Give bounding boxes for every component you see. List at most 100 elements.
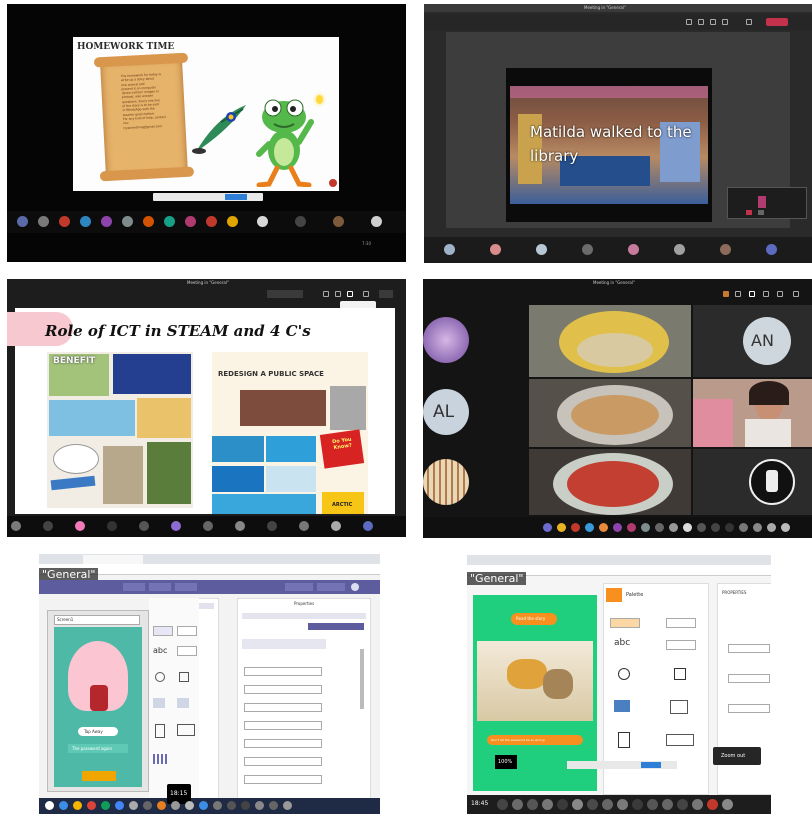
participant-avatar[interactable] [512,799,523,810]
participant-avatar[interactable] [185,216,196,227]
participant-avatar[interactable] [767,523,776,532]
participant-avatar[interactable] [80,216,91,227]
participant-avatar[interactable] [38,216,49,227]
participant-avatar[interactable] [101,216,112,227]
participant-avatar[interactable] [283,801,292,810]
participant-avatar[interactable] [725,523,734,532]
participant-avatar[interactable] [674,244,685,255]
participant-avatar[interactable] [722,799,733,810]
participant-avatar[interactable] [613,523,622,532]
participant-avatar[interactable] [235,521,245,531]
participant-avatar[interactable] [781,523,790,532]
participant-avatar[interactable] [739,523,748,532]
participant-avatar[interactable] [122,216,133,227]
read-story-button[interactable]: Read the story [511,613,557,625]
participant-avatar[interactable] [206,216,217,227]
participant-avatar[interactable] [115,801,124,810]
participant-avatar[interactable] [371,216,382,227]
participant-avatar[interactable] [107,521,117,531]
participant-avatar[interactable] [257,216,268,227]
participant-avatar[interactable] [73,801,82,810]
run-button[interactable] [82,771,116,781]
participant-avatar[interactable] [59,216,70,227]
leave-button[interactable] [766,18,788,26]
participant-avatar[interactable] [139,521,149,531]
designer-blocks[interactable] [285,583,375,591]
zoom-out-button[interactable]: Zoom out [713,747,761,765]
stop-sharing-button[interactable] [225,194,247,200]
participant-avatar[interactable] [536,244,547,255]
participant-avatar[interactable] [363,521,373,531]
participant-avatar[interactable] [203,521,213,531]
leave-button[interactable] [379,290,393,298]
participant-avatar[interactable] [627,523,636,532]
screen-dropdown[interactable]: Screen1 [54,615,140,625]
participant-avatar[interactable] [267,521,277,531]
participant-avatar[interactable] [641,523,650,532]
participant-avatar[interactable] [497,799,508,810]
participant-avatar[interactable] [255,801,264,810]
participant-avatar[interactable] [677,799,688,810]
participant-avatar[interactable] [199,801,208,810]
header-buttons[interactable] [123,583,203,591]
participant-avatar[interactable] [17,216,28,227]
participant-avatar[interactable] [632,799,643,810]
participant-avatar[interactable] [143,216,154,227]
participant-avatar[interactable] [87,801,96,810]
participant-avatar[interactable] [647,799,658,810]
participant-avatar[interactable] [599,523,608,532]
participant-avatar[interactable] [185,801,194,810]
share-bar[interactable] [153,193,263,201]
participant-avatar[interactable] [129,801,138,810]
participant-avatar[interactable] [299,521,309,531]
participant-avatar[interactable] [143,801,152,810]
participant-avatar[interactable] [241,801,250,810]
participant-avatar[interactable] [171,801,180,810]
participant-avatar[interactable] [543,523,552,532]
participant-avatar[interactable] [571,523,580,532]
participant-avatar[interactable] [227,216,238,227]
participant-avatar[interactable] [333,216,344,227]
teams-toolbar[interactable] [267,290,397,298]
participant-avatar[interactable] [269,801,278,810]
participant-avatar[interactable] [557,799,568,810]
participant-avatar[interactable] [527,799,538,810]
participant-avatar[interactable] [683,523,692,532]
participant-avatar[interactable] [697,523,706,532]
participant-avatar[interactable] [711,523,720,532]
participant-avatar[interactable] [444,244,455,255]
participant-avatar[interactable] [11,521,21,531]
app-button-2[interactable]: The password again [68,744,128,753]
participant-avatar[interactable] [602,799,613,810]
participant-avatar[interactable] [45,801,54,810]
participant-avatar[interactable] [157,801,166,810]
participant-avatar[interactable] [766,244,777,255]
tab-active[interactable] [83,555,143,564]
app-button-1[interactable]: Tap Away [78,727,118,736]
participant-avatar[interactable] [295,216,306,227]
participant-avatar[interactable] [572,799,583,810]
participant-avatar[interactable] [669,523,678,532]
share-bar[interactable] [567,761,677,769]
participant-avatar[interactable] [101,801,110,810]
participant-avatar[interactable] [617,799,628,810]
participant-avatar[interactable] [75,521,85,531]
participant-avatar[interactable] [585,523,594,532]
participant-avatar[interactable] [171,521,181,531]
participant-avatar[interactable] [720,244,731,255]
participant-avatar[interactable] [692,799,703,810]
participant-avatar[interactable] [557,523,566,532]
participant-avatar[interactable] [331,521,341,531]
participant-avatar[interactable] [753,523,762,532]
stop-sharing-button[interactable] [641,762,661,768]
participant-avatar[interactable] [662,799,673,810]
participant-avatar[interactable] [542,799,553,810]
participant-avatar[interactable] [628,244,639,255]
participant-avatar[interactable] [43,521,53,531]
participant-avatar[interactable] [707,799,718,810]
participant-avatar[interactable] [213,801,222,810]
toolbar-icons[interactable] [686,18,796,26]
participant-avatar[interactable] [490,244,501,255]
password-button[interactable]: Don't let the password be so strong [487,735,583,745]
teams-toolbar[interactable] [713,290,808,298]
